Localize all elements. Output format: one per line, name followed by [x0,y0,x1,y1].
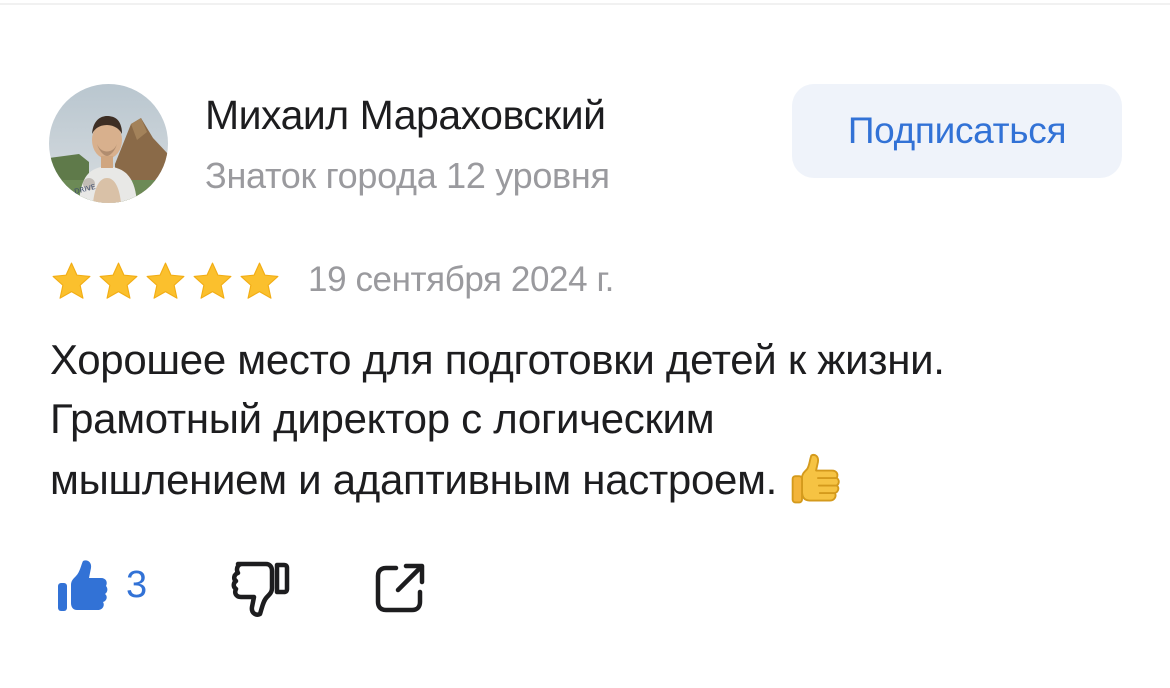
subscribe-button[interactable]: Подписаться [792,84,1122,178]
review-text-line: мышлением и адаптивным настроем. [50,448,1140,509]
star-icon [146,262,185,299]
review-text-line: Хорошее место для подготовки детей к жиз… [50,336,945,383]
person-avatar-icon: DRIVE [49,84,168,203]
like-count: 3 [126,563,148,606]
star-icon [193,262,232,299]
review-text-segment: мышлением и адаптивным настроем. [50,456,778,503]
dislike-button[interactable] [226,558,292,620]
avatar[interactable]: DRIVE [49,84,168,203]
review-card: DRIVE Михаил Мараховский Знаток города 1… [0,0,1170,688]
divider [0,3,1170,5]
star-icon [240,262,279,299]
share-icon [375,563,425,613]
thumbs-down-icon [231,561,290,617]
author-level: Знаток города 12 уровня [205,155,610,196]
review-text: Хорошее место для подготовки детей к жиз… [50,330,1140,509]
star-rating [49,259,282,305]
star-icon [99,262,138,299]
thumbs-up-icon [58,560,108,611]
review-date: 19 сентября 2024 г. [308,260,614,299]
author-name[interactable]: Михаил Мараховский [205,92,606,139]
star-icon [52,262,91,299]
share-button[interactable] [372,560,428,616]
thumbs-up-emoji-icon [791,454,840,504]
review-text-line: Грамотный директор с логическим [50,395,715,442]
like-button[interactable]: 3 [56,557,147,613]
